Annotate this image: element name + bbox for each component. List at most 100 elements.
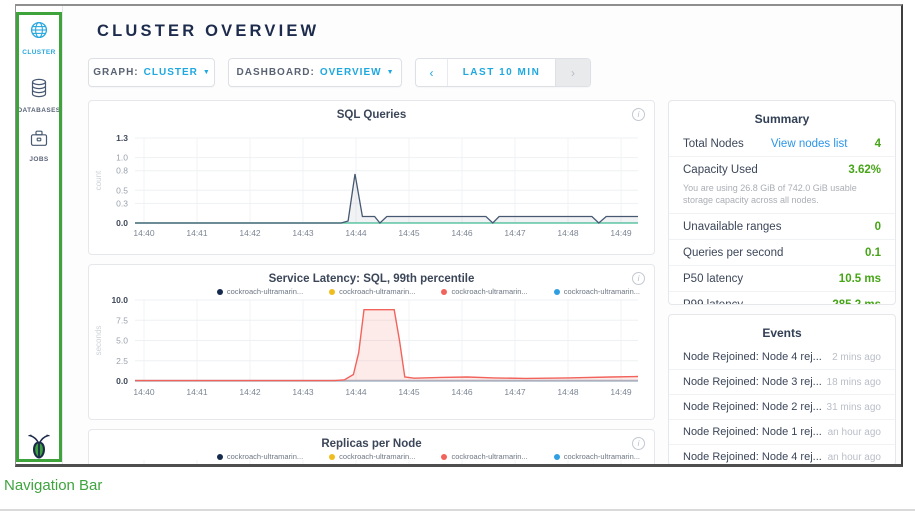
event-text: Node Rejoined: Node 4 rej...	[683, 351, 822, 363]
sidebar-item-cluster[interactable]: CLUSTER	[16, 20, 62, 56]
svg-text:14:49: 14:49	[610, 387, 632, 397]
svg-text:7.5: 7.5	[116, 315, 128, 325]
svg-text:14:41: 14:41	[186, 228, 208, 238]
summary-row-p50: P50 latency 10.5 ms	[669, 265, 895, 291]
summary-label: Total Nodes	[683, 138, 744, 150]
svg-text:14:45: 14:45	[398, 387, 420, 397]
event-text: Node Rejoined: Node 1 rej...	[683, 426, 822, 438]
event-time: 2 mins ago	[832, 352, 881, 363]
svg-text:2.5: 2.5	[116, 356, 128, 366]
summary-row-total-nodes: Total Nodes View nodes list 4	[669, 131, 895, 156]
svg-text:14:46: 14:46	[451, 387, 473, 397]
summary-label: P99 latency	[683, 299, 743, 305]
svg-text:14:46: 14:46	[451, 228, 473, 238]
graph-dropdown-label: GRAPH:	[93, 67, 138, 78]
dashboard-dropdown[interactable]: DASHBOARD: OVERVIEW ▼	[228, 58, 402, 87]
svg-text:14:49: 14:49	[610, 228, 632, 238]
time-range-selector: ‹ LAST 10 MIN ›	[415, 58, 591, 87]
summary-row-p99: P99 latency 285.2 ms	[669, 291, 895, 305]
replicas-per-node-chart[interactable]: 40014:4014:4114:4214:4314:4414:4514:4614…	[89, 442, 654, 467]
summary-label: P50 latency	[683, 273, 743, 285]
svg-text:14:48: 14:48	[557, 387, 579, 397]
svg-text:5.0: 5.0	[116, 336, 128, 346]
sidebar-item-label: JOBS	[29, 156, 48, 163]
svg-text:0.8: 0.8	[116, 166, 128, 176]
cockroachdb-logo[interactable]	[16, 433, 62, 460]
event-time: 31 mins ago	[827, 402, 881, 413]
event-text: Node Rejoined: Node 2 rej...	[683, 401, 822, 413]
svg-text:seconds: seconds	[94, 326, 103, 356]
service-latency-chart-panel: Service Latency: SQL, 99th percentile i …	[88, 264, 655, 420]
summary-value: 285.2 ms	[832, 299, 881, 305]
main-content: CLUSTER OVERVIEW GRAPH: CLUSTER ▼ DASHBO…	[62, 6, 901, 464]
event-row[interactable]: Node Rejoined: Node 4 rej... 2 mins ago	[669, 345, 895, 369]
svg-text:14:47: 14:47	[504, 228, 526, 238]
svg-text:14:41: 14:41	[186, 387, 208, 397]
svg-text:0.5: 0.5	[116, 185, 128, 195]
summary-row-unavailable-ranges: Unavailable ranges 0	[669, 213, 895, 239]
svg-text:14:48: 14:48	[557, 228, 579, 238]
sidebar-item-jobs[interactable]: JOBS	[16, 130, 62, 163]
view-nodes-list-link[interactable]: View nodes list	[771, 138, 848, 150]
svg-text:14:43: 14:43	[292, 387, 314, 397]
summary-value: 3.62%	[848, 164, 881, 176]
event-row[interactable]: Node Rejoined: Node 3 rej... 18 mins ago	[669, 369, 895, 394]
svg-text:0.3: 0.3	[116, 198, 128, 208]
svg-text:14:43: 14:43	[292, 228, 314, 238]
svg-text:14:44: 14:44	[345, 387, 367, 397]
chevron-down-icon: ▼	[203, 69, 210, 76]
summary-value: 0	[875, 221, 881, 233]
annotation-label: Navigation Bar	[4, 477, 102, 494]
event-text: Node Rejoined: Node 3 rej...	[683, 376, 822, 388]
event-row[interactable]: Node Rejoined: Node 1 rej... an hour ago	[669, 419, 895, 444]
replicas-per-node-chart-panel: Replicas per Node i cockroach-ultramarin…	[88, 429, 655, 467]
globe-icon	[29, 20, 49, 45]
svg-text:14:45: 14:45	[398, 228, 420, 238]
graph-dropdown[interactable]: GRAPH: CLUSTER ▼	[88, 58, 215, 87]
svg-text:1.3: 1.3	[116, 133, 128, 143]
summary-value: 4	[875, 138, 881, 150]
svg-text:14:42: 14:42	[239, 228, 261, 238]
svg-text:10.0: 10.0	[111, 295, 128, 305]
time-range-label[interactable]: LAST 10 MIN	[448, 59, 555, 86]
sql-queries-chart[interactable]: 1.31.00.80.50.30.014:4014:4114:4214:4314…	[89, 101, 654, 254]
summary-label: Queries per second	[683, 247, 783, 259]
page-title: CLUSTER OVERVIEW	[97, 22, 319, 41]
summary-value: 0.1	[865, 247, 881, 259]
navigation-bar: CLUSTER DATABASES	[16, 6, 63, 464]
graph-dropdown-value: CLUSTER	[144, 67, 198, 78]
svg-text:0.0: 0.0	[116, 218, 128, 228]
sidebar-item-databases[interactable]: DATABASES	[16, 78, 62, 114]
svg-text:14:40: 14:40	[133, 387, 155, 397]
events-panel: Events Node Rejoined: Node 4 rej... 2 mi…	[668, 314, 896, 466]
time-next-button[interactable]: ›	[555, 59, 590, 86]
time-prev-button[interactable]: ‹	[416, 59, 448, 86]
toolbar: GRAPH: CLUSTER ▼ DASHBOARD: OVERVIEW ▼ ‹…	[88, 58, 658, 87]
svg-text:14:40: 14:40	[133, 228, 155, 238]
svg-text:count: count	[94, 170, 103, 190]
summary-row-qps: Queries per second 0.1	[669, 239, 895, 265]
svg-text:0.0: 0.0	[116, 376, 128, 386]
summary-row-capacity: Capacity Used 3.62%	[669, 156, 895, 182]
sidebar-item-label: CLUSTER	[22, 49, 56, 56]
svg-text:14:47: 14:47	[504, 387, 526, 397]
event-row[interactable]: Node Rejoined: Node 2 rej... 31 mins ago	[669, 394, 895, 419]
database-icon	[30, 78, 48, 103]
divider	[0, 509, 915, 511]
summary-title: Summary	[669, 101, 895, 131]
event-time: an hour ago	[828, 452, 881, 463]
summary-value: 10.5 ms	[839, 273, 881, 285]
event-time: an hour ago	[828, 427, 881, 438]
chevron-down-icon: ▼	[387, 69, 394, 76]
summary-panel: Summary Total Nodes View nodes list 4 Ca…	[668, 100, 896, 305]
svg-text:14:44: 14:44	[345, 228, 367, 238]
summary-label: Capacity Used	[683, 164, 758, 176]
svg-text:14:42: 14:42	[239, 387, 261, 397]
summary-label: Unavailable ranges	[683, 221, 781, 233]
briefcase-icon	[30, 130, 48, 152]
service-latency-chart[interactable]: 10.0 7.5 5.0 2.5 0.0 14:40 14:41 14:42 14:43 14:4…	[89, 265, 654, 419]
event-row[interactable]: Node Rejoined: Node 4 rej... an hour ago	[669, 444, 895, 466]
event-text: Node Rejoined: Node 4 rej...	[683, 451, 822, 463]
app-window: CLUSTER DATABASES	[15, 4, 903, 467]
event-time: 18 mins ago	[827, 377, 881, 388]
